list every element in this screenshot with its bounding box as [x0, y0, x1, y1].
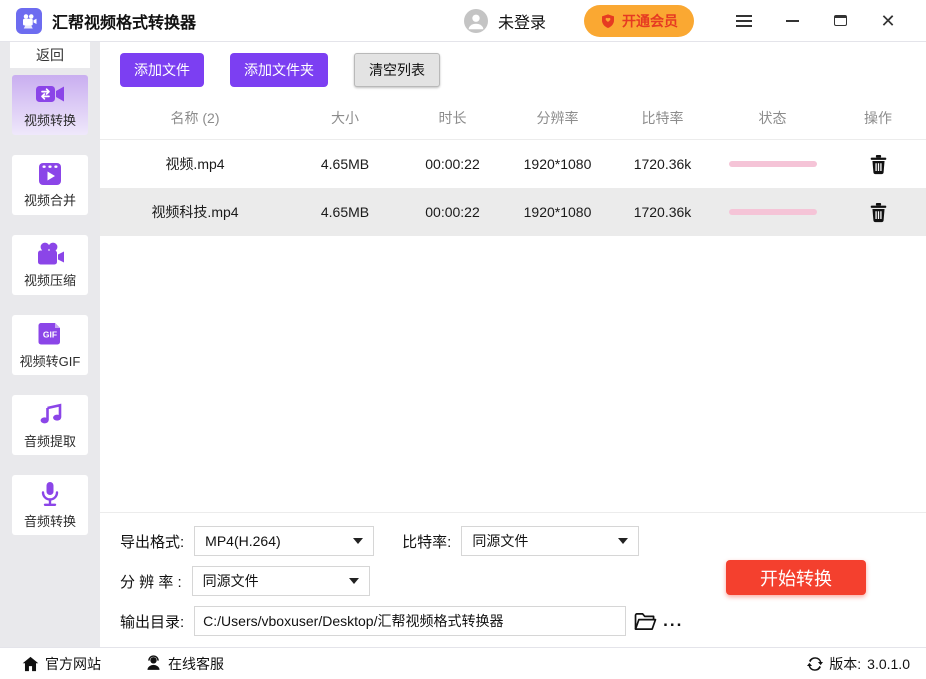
online-service-label: 在线客服 [168, 654, 224, 674]
close-button[interactable]: ✕ [864, 6, 912, 36]
app-logo-icon [16, 8, 42, 34]
resolution-label: 分 辨 率 : [120, 571, 182, 592]
version-label: 版本: [829, 654, 861, 674]
online-service-link[interactable]: 在线客服 [145, 654, 224, 674]
sidebar-item-label: 视频转换 [24, 110, 76, 129]
sidebar-item-audio-convert[interactable]: 音频转换 [12, 475, 88, 535]
col-header-duration: 时长 [400, 108, 505, 128]
sidebar: 返回 视频转换 视频合并 [0, 42, 100, 647]
menu-button[interactable] [720, 6, 768, 36]
cell-file-name: 视频科技.mp4 [100, 202, 290, 222]
sidebar-item-audio-extract[interactable]: 音频提取 [12, 395, 88, 455]
app-window: 汇帮视频格式转换器 未登录 开通会员 ✕ 返回 [0, 0, 926, 679]
chevron-down-icon [349, 578, 359, 584]
version-value: 3.0.1.0 [867, 656, 910, 672]
video-compress-icon [35, 241, 65, 267]
audio-convert-icon [37, 480, 63, 508]
maximize-icon [834, 15, 847, 26]
cell-duration: 00:00:22 [400, 204, 505, 220]
svg-text:GIF: GIF [43, 330, 57, 340]
customer-service-icon [145, 655, 162, 672]
sidebar-item-label: 视频合并 [24, 190, 76, 209]
audio-extract-icon [36, 400, 64, 428]
cell-file-size: 4.65MB [290, 156, 400, 172]
output-dir-label: 输出目录: [120, 611, 184, 632]
minimize-button[interactable] [768, 6, 816, 36]
export-format-label: 导出格式: [120, 531, 184, 552]
col-header-resolution: 分辨率 [505, 108, 610, 128]
clear-list-button[interactable]: 清空列表 [354, 53, 440, 87]
vip-button-label: 开通会员 [622, 11, 678, 31]
sidebar-item-label: 视频转GIF [20, 351, 81, 370]
table-row[interactable]: 视频科技.mp4 4.65MB 00:00:22 1920*1080 1720.… [100, 188, 926, 236]
trash-icon [869, 154, 888, 175]
export-format-value: MP4(H.264) [205, 533, 345, 549]
hamburger-icon [736, 20, 752, 22]
col-header-bitrate: 比特率 [610, 108, 715, 128]
col-header-action: 操作 [830, 108, 926, 128]
sidebar-item-label: 音频提取 [24, 431, 76, 450]
back-button[interactable]: 返回 [10, 42, 90, 68]
bitrate-value: 同源文件 [472, 531, 610, 551]
sidebar-item-label: 视频压缩 [24, 270, 76, 289]
sidebar-item-video-compress[interactable]: 视频压缩 [12, 235, 88, 295]
video-to-gif-icon: GIF [36, 320, 64, 348]
main-panel: 添加文件 添加文件夹 清空列表 名称 (2) 大小 时长 分辨率 比特率 状态 … [100, 42, 926, 647]
browse-folder-button[interactable] [634, 612, 657, 631]
cell-bitrate: 1720.36k [610, 156, 715, 172]
official-site-link[interactable]: 官方网站 [22, 654, 101, 674]
resolution-select[interactable]: 同源文件 [192, 566, 370, 596]
add-file-button[interactable]: 添加文件 [120, 53, 204, 87]
sidebar-item-video-convert[interactable]: 视频转换 [12, 75, 88, 135]
output-dir-input[interactable] [194, 606, 626, 636]
minimize-icon [786, 20, 799, 22]
close-icon: ✕ [880, 12, 895, 30]
video-merge-icon [36, 161, 64, 187]
sidebar-item-video-merge[interactable]: 视频合并 [12, 155, 88, 215]
more-options-button[interactable]: ... [663, 616, 683, 626]
cell-file-name: 视频.mp4 [100, 154, 290, 174]
col-header-size: 大小 [290, 108, 400, 128]
chevron-down-icon [618, 538, 628, 544]
add-folder-button[interactable]: 添加文件夹 [230, 53, 328, 87]
resolution-value: 同源文件 [203, 571, 341, 591]
cell-resolution: 1920*1080 [505, 204, 610, 220]
start-convert-button[interactable]: 开始转换 [726, 560, 866, 595]
cell-resolution: 1920*1080 [505, 156, 610, 172]
bitrate-select[interactable]: 同源文件 [461, 526, 639, 556]
vip-shield-icon [600, 13, 616, 29]
table-row[interactable]: 视频.mp4 4.65MB 00:00:22 1920*1080 1720.36… [100, 140, 926, 188]
delete-file-button[interactable] [867, 152, 890, 177]
folder-icon [634, 612, 657, 631]
user-avatar-icon[interactable] [464, 9, 488, 33]
home-icon [22, 656, 39, 672]
maximize-button[interactable] [816, 6, 864, 36]
cell-file-size: 4.65MB [290, 204, 400, 220]
vip-upgrade-button[interactable]: 开通会员 [584, 5, 694, 37]
sidebar-item-label: 音频转换 [24, 511, 76, 530]
col-header-name: 名称 (2) [100, 108, 290, 128]
table-header-row: 名称 (2) 大小 时长 分辨率 比特率 状态 操作 [100, 97, 926, 140]
export-settings-panel: 导出格式: MP4(H.264) 比特率: 同源文件 分 辨 率 : 同源文件 [100, 512, 926, 647]
bitrate-label: 比特率: [402, 531, 451, 552]
delete-file-button[interactable] [867, 200, 890, 225]
app-title: 汇帮视频格式转换器 [52, 9, 196, 33]
file-table: 名称 (2) 大小 时长 分辨率 比特率 状态 操作 视频.mp4 4.65MB… [100, 97, 926, 236]
export-format-select[interactable]: MP4(H.264) [194, 526, 374, 556]
status-bar: 官方网站 在线客服 版本: 3.0.1.0 [0, 647, 926, 679]
chevron-down-icon [353, 538, 363, 544]
official-site-label: 官方网站 [45, 654, 101, 674]
video-convert-icon [35, 81, 65, 107]
toolbar: 添加文件 添加文件夹 清空列表 [100, 42, 926, 97]
progress-bar [729, 209, 817, 215]
trash-icon [869, 202, 888, 223]
update-refresh-icon[interactable] [807, 656, 823, 672]
login-status[interactable]: 未登录 [498, 9, 546, 33]
title-bar: 汇帮视频格式转换器 未登录 开通会员 ✕ [0, 0, 926, 42]
cell-bitrate: 1720.36k [610, 204, 715, 220]
sidebar-item-video-to-gif[interactable]: GIF 视频转GIF [12, 315, 88, 375]
cell-duration: 00:00:22 [400, 156, 505, 172]
progress-bar [729, 161, 817, 167]
col-header-status: 状态 [715, 108, 830, 128]
